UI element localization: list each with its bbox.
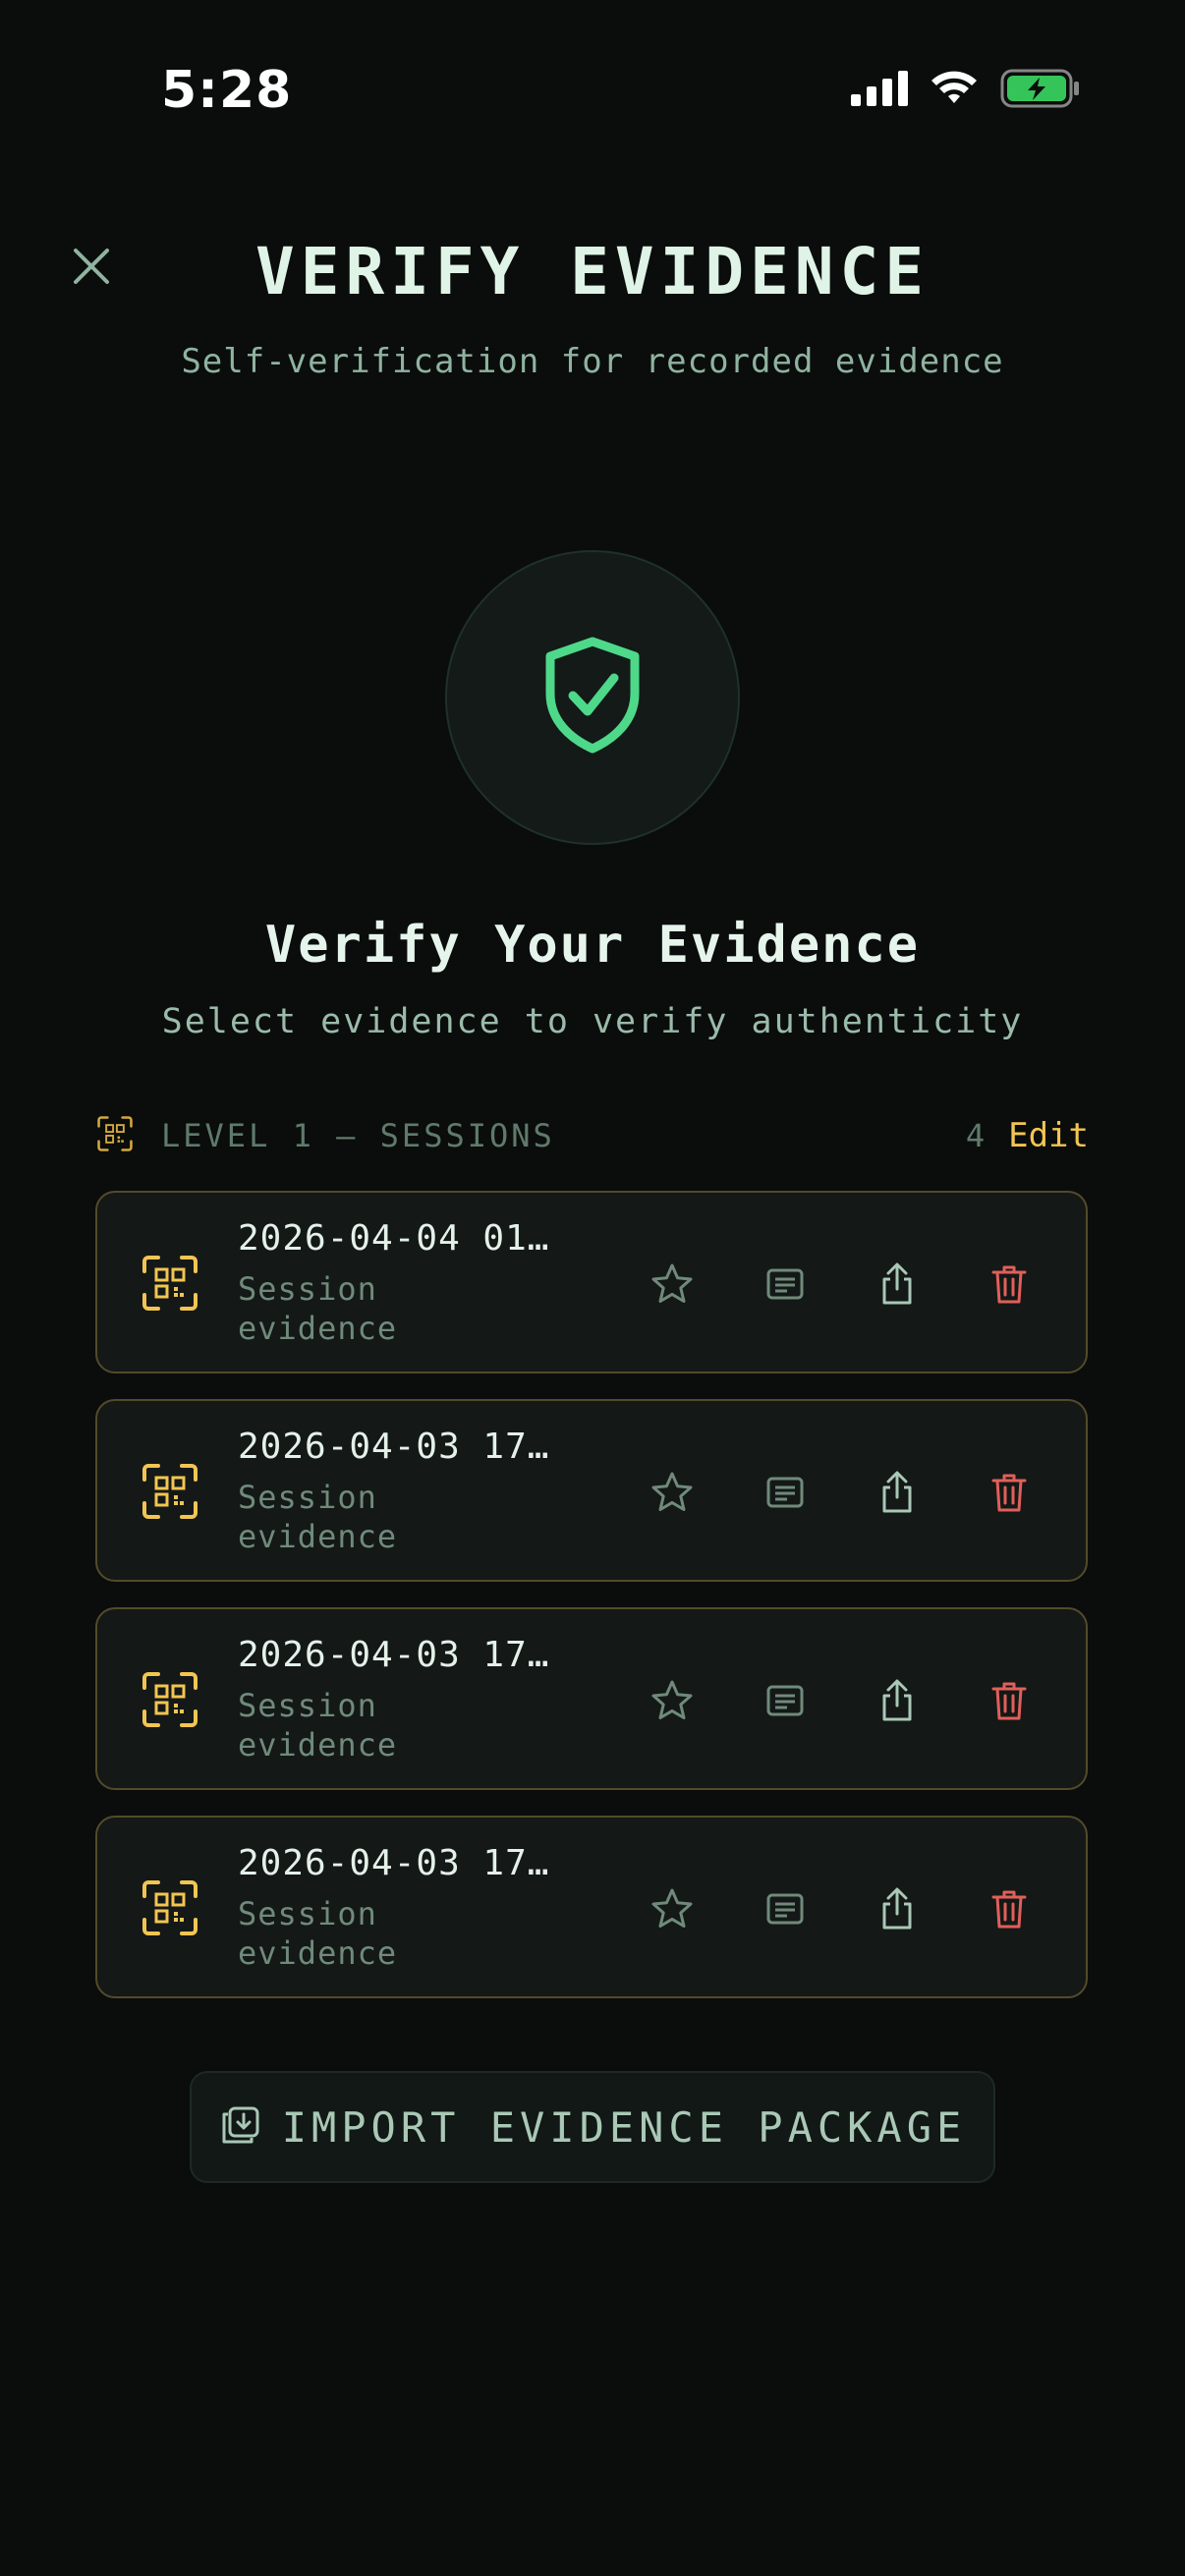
details-button[interactable] <box>756 1255 815 1314</box>
qr-scan-icon <box>96 1115 134 1156</box>
shield-check-icon <box>541 637 644 758</box>
import-button-label: IMPORT EVIDENCE PACKAGE <box>281 2102 967 2152</box>
delete-button[interactable] <box>980 1879 1039 1938</box>
trash-icon <box>991 1682 1027 1720</box>
trash-icon <box>991 1474 1027 1512</box>
edit-button[interactable]: Edit <box>1008 1116 1089 1155</box>
evidence-description: Session evidence <box>238 1895 398 1972</box>
star-icon <box>651 1263 693 1303</box>
evidence-title: 2026-04-03 17… <box>238 1843 550 1883</box>
star-icon <box>651 1888 693 1928</box>
favorite-button[interactable] <box>643 1255 702 1314</box>
import-evidence-button[interactable]: IMPORT EVIDENCE PACKAGE <box>190 2071 995 2183</box>
evidence-description: Session evidence <box>238 1270 398 1347</box>
evidence-description: Session evidence <box>238 1479 398 1555</box>
share-icon <box>882 1471 912 1513</box>
document-icon <box>766 1477 804 1508</box>
hero-subtitle: Select evidence to verify authenticity <box>161 1002 1024 1041</box>
document-icon <box>766 1685 804 1716</box>
qr-code-icon <box>141 1670 199 1729</box>
import-icon <box>219 2102 260 2152</box>
document-icon <box>766 1893 804 1925</box>
evidence-title: 2026-04-04 01… <box>238 1218 550 1259</box>
share-icon <box>882 1262 912 1305</box>
details-button[interactable] <box>756 1879 815 1938</box>
evidence-card[interactable]: 2026-04-03 17… Session evidence <box>95 1607 1088 1790</box>
evidence-card[interactable]: 2026-04-03 17… Session evidence <box>95 1399 1088 1582</box>
wifi-icon <box>930 70 979 111</box>
qr-code-icon <box>141 1462 199 1521</box>
share-button[interactable] <box>868 1255 927 1314</box>
section-actions: 4 Edit <box>966 1116 1089 1155</box>
hero-badge <box>445 550 740 845</box>
details-button[interactable] <box>756 1463 815 1522</box>
evidence-description: Session evidence <box>238 1687 398 1764</box>
delete-button[interactable] <box>980 1255 1039 1314</box>
status-icons <box>851 69 1081 112</box>
details-button[interactable] <box>756 1671 815 1730</box>
section-label: LEVEL 1 — SESSIONS <box>161 1117 555 1154</box>
share-button[interactable] <box>868 1879 927 1938</box>
share-button[interactable] <box>868 1671 927 1730</box>
evidence-title: 2026-04-03 17… <box>238 1635 550 1675</box>
evidence-title: 2026-04-03 17… <box>238 1427 550 1467</box>
page-title: VERIFY EVIDENCE <box>254 234 931 309</box>
item-count: 4 <box>965 1117 986 1154</box>
evidence-card[interactable]: 2026-04-04 01… Session evidence <box>95 1191 1088 1373</box>
star-icon <box>651 1680 693 1719</box>
favorite-button[interactable] <box>643 1879 702 1938</box>
cellular-signal-icon <box>851 71 908 110</box>
evidence-card[interactable]: 2026-04-03 17… Session evidence <box>95 1816 1088 1998</box>
trash-icon <box>991 1890 1027 1929</box>
status-bar: 5:28 <box>0 0 1185 196</box>
delete-button[interactable] <box>980 1671 1039 1730</box>
qr-code-icon <box>141 1254 199 1313</box>
delete-button[interactable] <box>980 1463 1039 1522</box>
favorite-button[interactable] <box>643 1671 702 1730</box>
star-icon <box>651 1472 693 1511</box>
page-subtitle: Self-verification for recorded evidence <box>181 342 1004 381</box>
share-button[interactable] <box>868 1463 927 1522</box>
section-header: LEVEL 1 — SESSIONS 4 Edit <box>96 1114 1089 1157</box>
status-time: 5:28 <box>161 61 293 120</box>
favorite-button[interactable] <box>643 1463 702 1522</box>
share-icon <box>882 1887 912 1930</box>
share-icon <box>882 1679 912 1721</box>
qr-code-icon <box>141 1878 199 1937</box>
battery-charging-icon <box>1000 69 1081 112</box>
hero-title: Verify Your Evidence <box>264 916 921 975</box>
trash-icon <box>991 1265 1027 1304</box>
document-icon <box>766 1268 804 1300</box>
